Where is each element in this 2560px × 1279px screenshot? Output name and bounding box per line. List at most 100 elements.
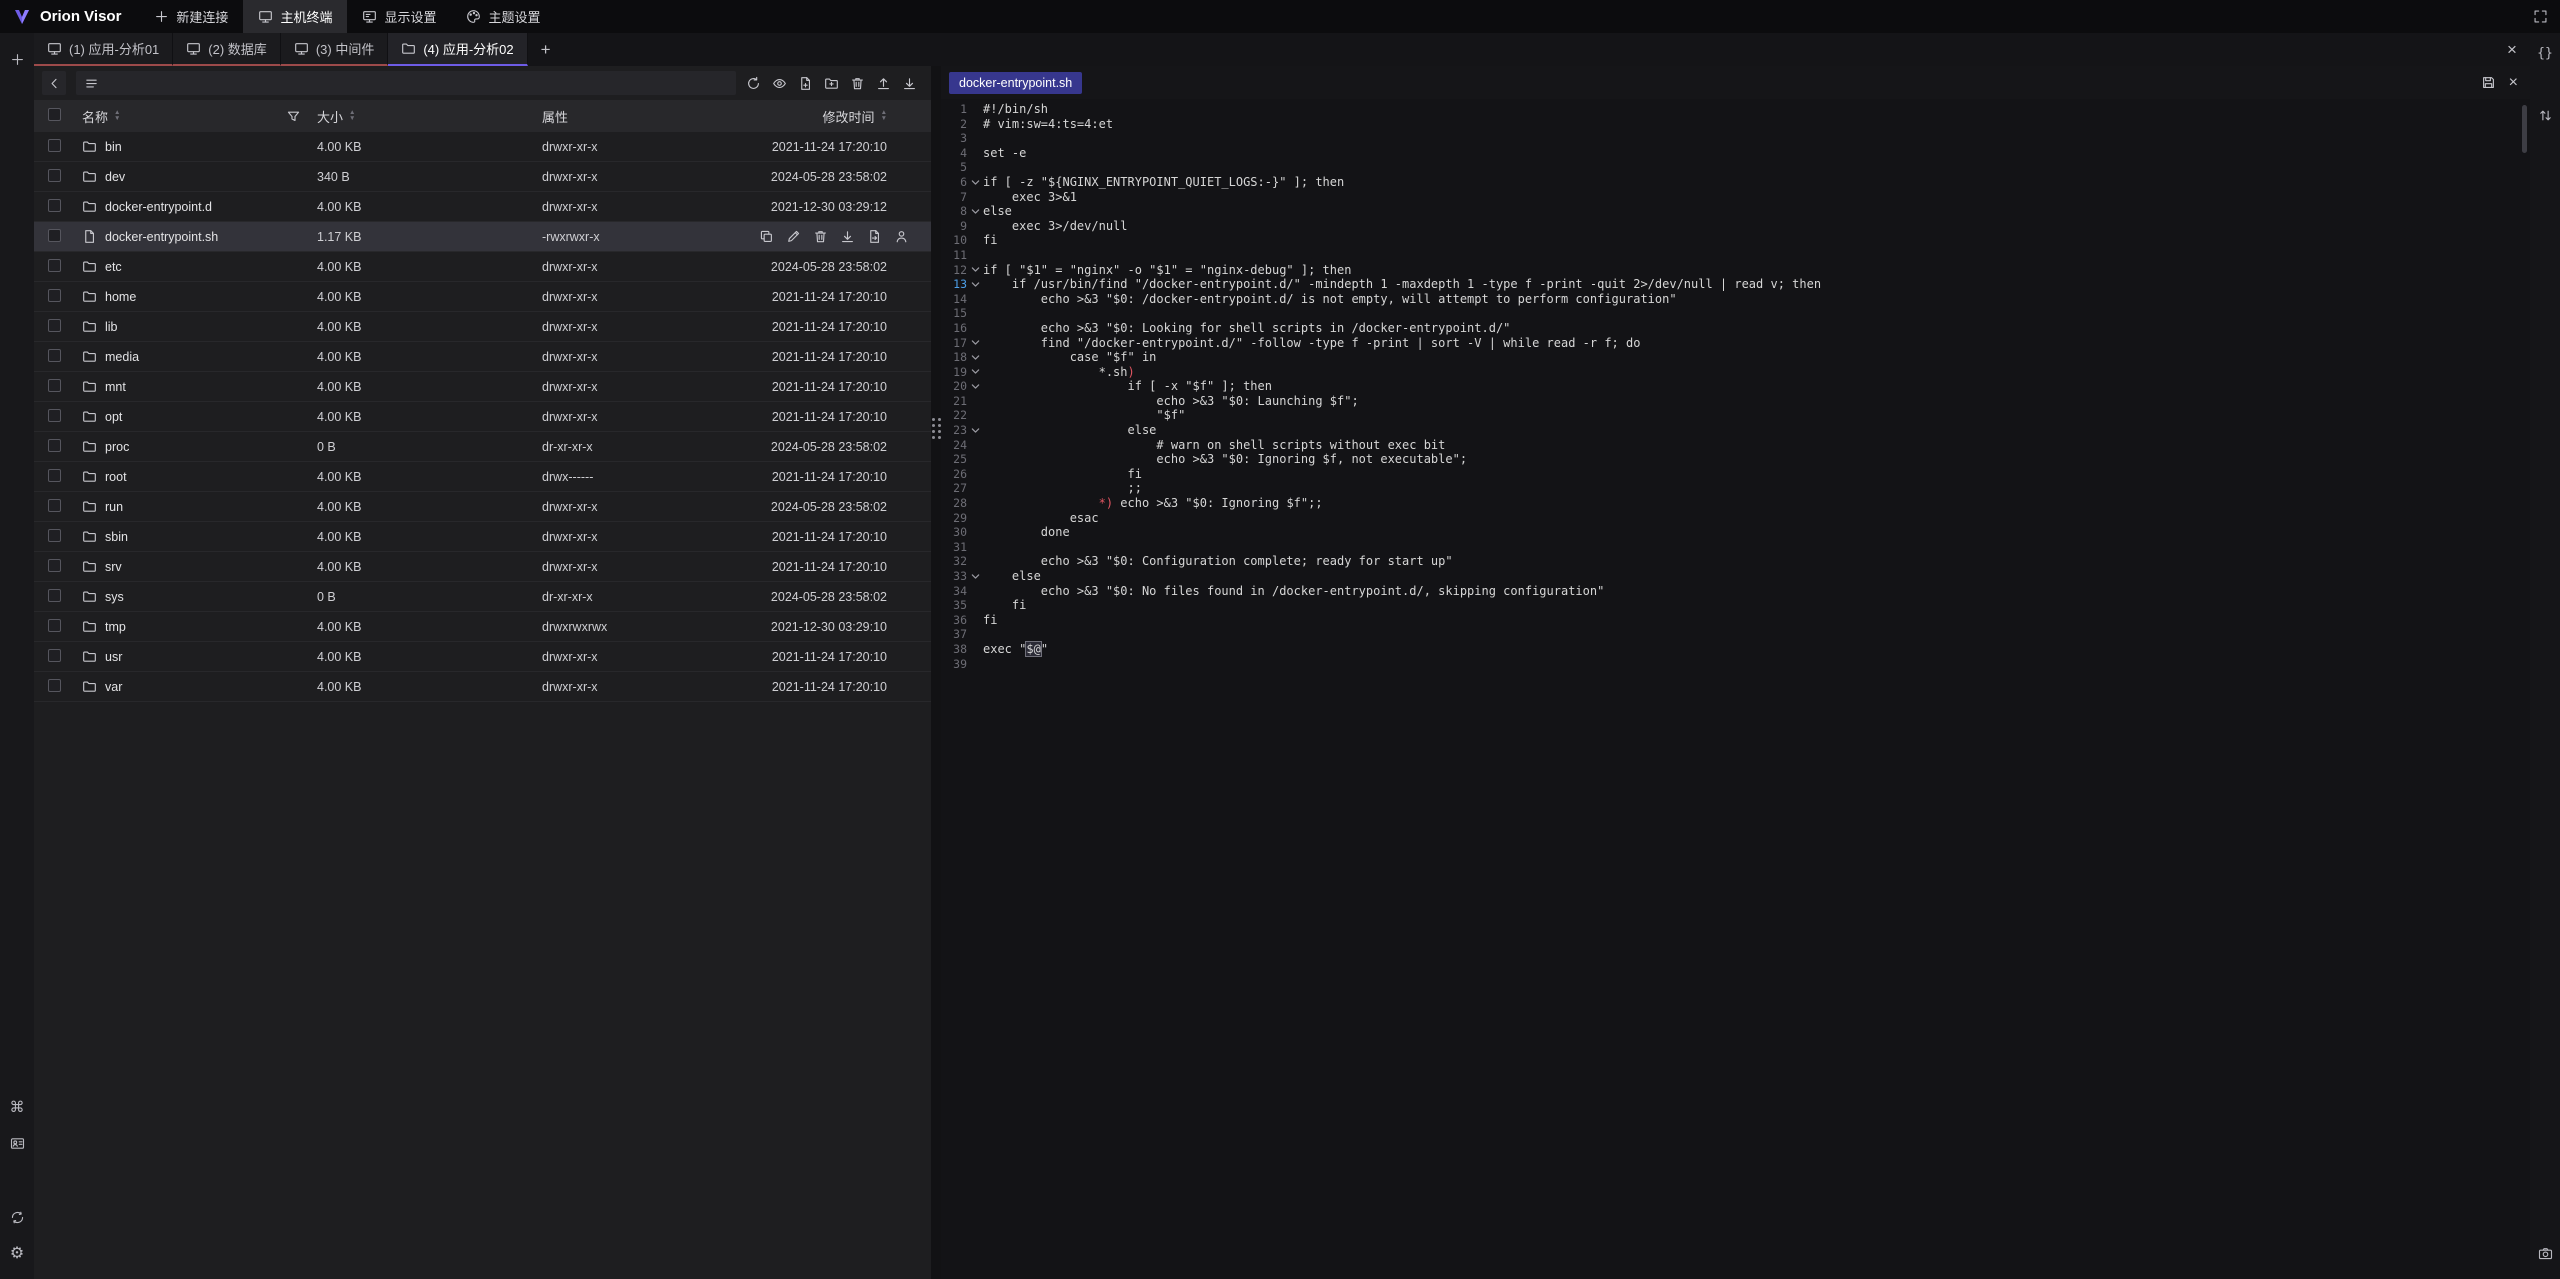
row-checkbox[interactable] (48, 289, 61, 302)
file-row-usr[interactable]: usr4.00 KBdrwxr-xr-x2021-11-24 17:20:10 (34, 642, 931, 672)
camera-icon[interactable] (2533, 1241, 2557, 1265)
file-row-etc[interactable]: etc4.00 KBdrwxr-xr-x2024-05-28 23:58:02 (34, 252, 931, 282)
menu-item-1[interactable]: 新建连接 (139, 0, 243, 33)
menu-item-4[interactable]: 主题设置 (451, 0, 555, 33)
new-file-icon[interactable] (798, 76, 813, 91)
user-card-icon[interactable] (5, 1131, 29, 1155)
fold-chevron-down-icon[interactable] (967, 207, 983, 216)
row-checkbox[interactable] (48, 529, 61, 542)
move-icon[interactable] (867, 229, 882, 244)
row-checkbox[interactable] (48, 139, 61, 152)
code-line: 18 case "$f" in (941, 350, 2530, 365)
row-checkbox[interactable] (48, 319, 61, 332)
braces-icon[interactable]: {} (2533, 41, 2557, 65)
file-row-docker-entrypoint.d[interactable]: docker-entrypoint.d4.00 KBdrwxr-xr-x2021… (34, 192, 931, 222)
upload-icon[interactable] (876, 76, 891, 91)
fold-chevron-down-icon[interactable] (967, 426, 983, 435)
select-all-checkbox[interactable] (48, 108, 61, 121)
back-button[interactable] (42, 71, 66, 95)
fold-chevron-down-icon[interactable] (967, 280, 983, 289)
sort-name-icon[interactable]: ▲▼ (114, 110, 120, 122)
row-checkbox[interactable] (48, 589, 61, 602)
row-checkbox[interactable] (48, 499, 61, 512)
file-row-var[interactable]: var4.00 KBdrwxr-xr-x2021-11-24 17:20:10 (34, 672, 931, 702)
file-row-srv[interactable]: srv4.00 KBdrwxr-xr-x2021-11-24 17:20:10 (34, 552, 931, 582)
row-checkbox[interactable] (48, 379, 61, 392)
sync-icon[interactable] (5, 1205, 29, 1229)
row-checkbox[interactable] (48, 409, 61, 422)
row-checkbox[interactable] (48, 169, 61, 182)
file-row-home[interactable]: home4.00 KBdrwxr-xr-x2021-11-24 17:20:10 (34, 282, 931, 312)
file-row-bin[interactable]: bin4.00 KBdrwxr-xr-x2021-11-24 17:20:10 (34, 132, 931, 162)
file-row-lib[interactable]: lib4.00 KBdrwxr-xr-x2021-11-24 17:20:10 (34, 312, 931, 342)
permission-icon[interactable] (894, 229, 909, 244)
editor-scrollbar[interactable] (2522, 105, 2527, 153)
file-row-opt[interactable]: opt4.00 KBdrwxr-xr-x2021-11-24 17:20:10 (34, 402, 931, 432)
fold-chevron-down-icon[interactable] (967, 367, 983, 376)
refresh-icon[interactable] (746, 76, 761, 91)
editor-file-tab[interactable]: docker-entrypoint.sh (949, 72, 1082, 94)
fold-chevron-down-icon[interactable] (967, 382, 983, 391)
command-icon[interactable]: ⌘ (5, 1095, 29, 1119)
plus-icon[interactable] (5, 47, 29, 71)
file-mtime: 2024-05-28 23:58:02 (759, 440, 931, 454)
app-logo[interactable]: Orion Visor (0, 7, 139, 27)
row-checkbox[interactable] (48, 649, 61, 662)
folder-icon (82, 169, 97, 184)
add-tab-button[interactable]: + (528, 33, 564, 66)
new-folder-icon[interactable] (824, 76, 839, 91)
row-checkbox[interactable] (48, 559, 61, 572)
session-tab-4[interactable]: (4) 应用-分析02 (388, 33, 527, 66)
close-icon[interactable]: × (2509, 75, 2518, 91)
fold-chevron-down-icon[interactable] (967, 178, 983, 187)
column-size-label: 大小 (317, 107, 343, 126)
row-checkbox[interactable] (48, 229, 61, 242)
file-row-root[interactable]: root4.00 KBdrwx------2021-11-24 17:20:10 (34, 462, 931, 492)
row-checkbox[interactable] (48, 199, 61, 212)
file-row-docker-entrypoint.sh[interactable]: docker-entrypoint.sh1.17 KB-rwxrwxr-x (34, 222, 931, 252)
file-row-run[interactable]: run4.00 KBdrwxr-xr-x2024-05-28 23:58:02 (34, 492, 931, 522)
row-checkbox[interactable] (48, 619, 61, 632)
session-tab-2[interactable]: (2) 数据库 (173, 33, 281, 66)
filter-icon[interactable] (286, 109, 301, 124)
copy-icon[interactable] (759, 229, 774, 244)
path-menu-icon[interactable] (84, 76, 99, 91)
fold-chevron-down-icon[interactable] (967, 353, 983, 362)
sort-size-icon[interactable]: ▲▼ (349, 110, 355, 122)
code-editor[interactable]: 1#!/bin/sh2# vim:sw=4:ts=4:et34set -e56i… (941, 99, 2530, 1279)
row-checkbox[interactable] (48, 349, 61, 362)
gear-icon[interactable]: ⚙ (5, 1241, 29, 1265)
close-all-tabs-icon[interactable]: × (2494, 33, 2530, 66)
panel-splitter[interactable] (931, 66, 941, 1279)
fold-chevron-down-icon[interactable] (967, 338, 983, 347)
download-icon[interactable] (840, 229, 855, 244)
transfer-icon[interactable] (2533, 103, 2557, 127)
column-mtime-label: 修改时间 (823, 107, 875, 126)
row-checkbox[interactable] (48, 679, 61, 692)
sort-mtime-icon[interactable]: ▲▼ (881, 110, 887, 122)
fold-chevron-down-icon[interactable] (967, 265, 983, 274)
menu-item-3[interactable]: 显示设置 (347, 0, 451, 33)
session-tab-1[interactable]: (1) 应用-分析01 (34, 33, 173, 66)
row-checkbox[interactable] (48, 469, 61, 482)
file-row-sbin[interactable]: sbin4.00 KBdrwxr-xr-x2021-11-24 17:20:10 (34, 522, 931, 552)
file-row-proc[interactable]: proc0 Bdr-xr-xr-x2024-05-28 23:58:02 (34, 432, 931, 462)
file-row-mnt[interactable]: mnt4.00 KBdrwxr-xr-x2021-11-24 17:20:10 (34, 372, 931, 402)
file-row-dev[interactable]: dev340 Bdrwxr-xr-x2024-05-28 23:58:02 (34, 162, 931, 192)
row-checkbox[interactable] (48, 259, 61, 272)
fullscreen-icon[interactable] (2528, 5, 2552, 29)
download-icon[interactable] (902, 76, 917, 91)
file-row-tmp[interactable]: tmp4.00 KBdrwxrwxrwx2021-12-30 03:29:10 (34, 612, 931, 642)
delete-icon[interactable] (850, 76, 865, 91)
save-icon[interactable] (2481, 75, 2496, 90)
menu-item-2[interactable]: 主机终端 (243, 0, 347, 33)
fold-chevron-down-icon[interactable] (967, 572, 983, 581)
session-tab-3[interactable]: (3) 中间件 (281, 33, 389, 66)
preview-icon[interactable] (772, 76, 787, 91)
row-checkbox[interactable] (48, 439, 61, 452)
delete-icon[interactable] (813, 229, 828, 244)
file-row-media[interactable]: media4.00 KBdrwxr-xr-x2021-11-24 17:20:1… (34, 342, 931, 372)
file-row-sys[interactable]: sys0 Bdr-xr-xr-x2024-05-28 23:58:02 (34, 582, 931, 612)
edit-icon[interactable] (786, 229, 801, 244)
path-input[interactable] (76, 71, 736, 95)
